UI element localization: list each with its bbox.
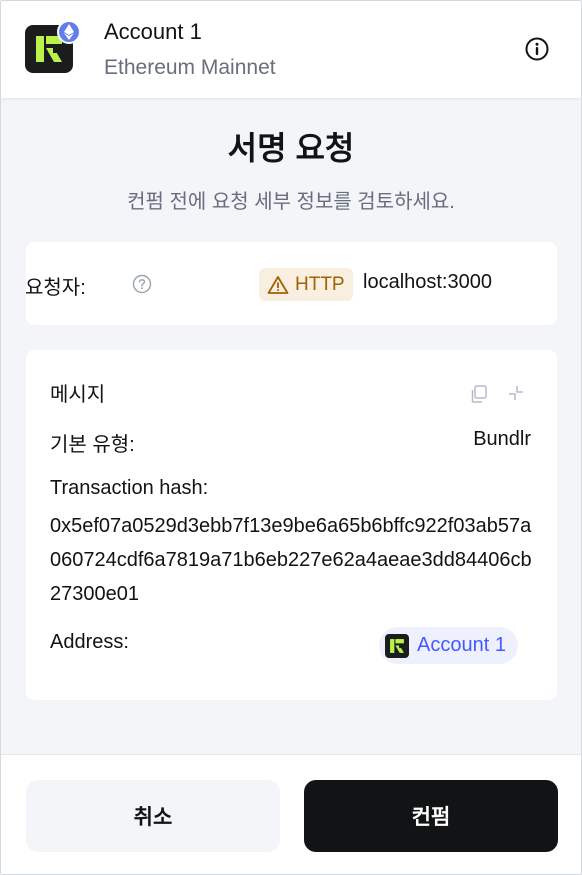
message-title: 메시지	[50, 384, 106, 406]
network-name: Ethereum Mainnet	[104, 56, 276, 79]
copy-icon[interactable]	[469, 384, 489, 404]
cancel-button[interactable]: 취소	[26, 780, 280, 852]
primary-type-value: Bundlr	[473, 428, 531, 450]
collapse-icon[interactable]	[507, 384, 525, 402]
transaction-hash-label: Transaction hash:	[50, 477, 209, 499]
address-account-pill[interactable]: Account 1	[379, 627, 518, 664]
account-avatar	[25, 20, 81, 75]
page-title: 서명 요청	[227, 130, 355, 166]
account-logo-icon	[385, 633, 409, 658]
account-name: Account 1	[104, 19, 202, 44]
request-origin: localhost:3000	[363, 271, 492, 293]
http-warning-badge: HTTP	[259, 268, 353, 301]
ethereum-icon	[57, 20, 81, 44]
page-subtitle: 컨펌 전에 요청 세부 정보를 검토하세요.	[127, 191, 455, 213]
primary-type-label: 기본 유형:	[50, 434, 135, 456]
signature-request-window: Account 1 Ethereum Mainnet 서명 요청 컨펌 전에 요…	[0, 0, 582, 875]
question-icon[interactable]	[132, 274, 152, 294]
warning-icon	[267, 275, 289, 294]
http-label: HTTP	[295, 273, 345, 295]
address-account-name: Account 1	[417, 634, 506, 656]
requester-label: 요청자:	[25, 277, 86, 299]
footer: 취소 컨펌	[1, 754, 581, 874]
confirm-button[interactable]: 컨펌	[304, 780, 558, 852]
address-label: Address:	[50, 631, 129, 653]
transaction-hash-value: 0x5ef07a0529d3ebb7f13e9be6a65b6bffc922f0…	[50, 515, 532, 605]
header: Account 1 Ethereum Mainnet	[1, 1, 581, 98]
info-icon[interactable]	[523, 35, 551, 63]
